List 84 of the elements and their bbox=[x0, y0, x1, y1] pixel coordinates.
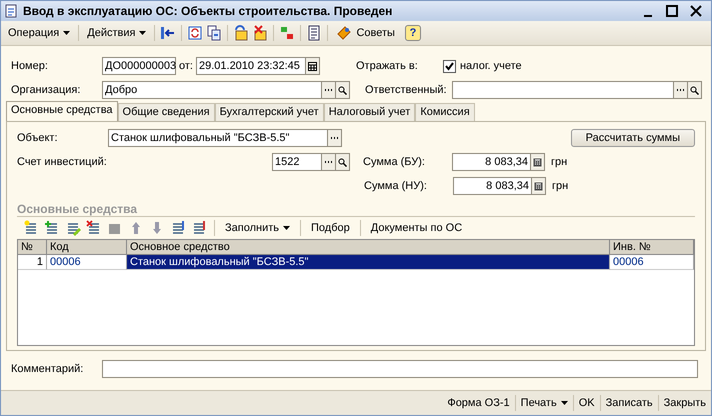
account-field[interactable]: 1522 bbox=[272, 153, 322, 171]
tax-checkbox[interactable] bbox=[442, 60, 456, 72]
field-label: Ответственный: bbox=[365, 84, 448, 96]
amount-field[interactable]: 8 083,34 bbox=[452, 153, 531, 171]
field-label: Комментарий: bbox=[11, 363, 84, 375]
add2-icon[interactable] bbox=[44, 220, 60, 236]
table-cell: 00006 bbox=[610, 255, 694, 270]
tab[interactable]: Бухгалтерский учет bbox=[214, 103, 324, 121]
column-header[interactable]: Основное средство bbox=[127, 240, 610, 255]
add-icon[interactable] bbox=[23, 220, 39, 236]
select-button[interactable] bbox=[322, 81, 336, 99]
table-action-button[interactable]: Заполнить bbox=[222, 221, 294, 235]
number-field[interactable]: ДО000000003 bbox=[102, 57, 176, 75]
comment-field[interactable] bbox=[102, 360, 698, 378]
responsible-field[interactable] bbox=[452, 81, 674, 99]
footer-button[interactable]: Печать bbox=[518, 396, 571, 410]
footer-button[interactable]: OK bbox=[576, 396, 598, 410]
select-button[interactable] bbox=[322, 153, 336, 171]
table-action-button[interactable]: Подбор bbox=[308, 221, 353, 235]
object-field[interactable]: Станок шлифовальный "БСЗВ-5.5" bbox=[108, 129, 328, 147]
search-icon bbox=[338, 158, 347, 166]
field-label: Отражать в: bbox=[356, 60, 419, 72]
search-icon bbox=[690, 86, 699, 94]
footer-button[interactable]: Записать bbox=[602, 396, 656, 410]
organization-field[interactable]: Добро bbox=[102, 81, 322, 99]
search-button[interactable] bbox=[336, 81, 350, 99]
select-button[interactable] bbox=[674, 81, 688, 99]
tag-icon bbox=[336, 25, 352, 41]
calculator-icon bbox=[534, 182, 543, 190]
caret-icon bbox=[283, 226, 290, 230]
footer-button[interactable]: Закрыть bbox=[660, 396, 709, 410]
menu-button[interactable]: Действия bbox=[84, 26, 150, 40]
field-label: Организация: bbox=[11, 84, 82, 96]
tab[interactable]: Комиссия bbox=[415, 103, 475, 121]
calculator-button[interactable] bbox=[532, 177, 546, 195]
calendar-button[interactable] bbox=[306, 57, 320, 75]
table-cell: 1 bbox=[18, 255, 47, 270]
arrow-left-icon[interactable] bbox=[160, 25, 176, 41]
caret-icon bbox=[560, 401, 568, 405]
field-label: от: bbox=[179, 60, 193, 72]
checkbox-label: налог. учете bbox=[460, 60, 522, 72]
tips-button[interactable]: Советы bbox=[333, 24, 398, 42]
search-button[interactable] bbox=[336, 153, 350, 171]
tab[interactable]: Налоговый учет bbox=[324, 103, 416, 121]
caret-icon bbox=[63, 31, 70, 35]
section-title: Основные средства bbox=[17, 202, 138, 216]
calculator-button[interactable] bbox=[531, 153, 545, 171]
tab[interactable]: Общие сведения bbox=[118, 103, 215, 121]
copy-icon[interactable] bbox=[206, 25, 222, 41]
table-row[interactable]: 1 00006 Станок шлифовальный "БСЗВ-5.5" 00006 bbox=[18, 255, 694, 270]
maximize-icon[interactable] bbox=[665, 4, 679, 18]
calendar-icon bbox=[308, 62, 317, 70]
currency-label: грн bbox=[551, 156, 568, 168]
column-header[interactable]: Код bbox=[47, 240, 127, 255]
unpost-document-icon[interactable] bbox=[252, 25, 268, 41]
select-button[interactable] bbox=[328, 129, 342, 147]
caret-icon bbox=[139, 31, 146, 35]
search-icon bbox=[338, 86, 347, 94]
document-icon bbox=[5, 4, 17, 18]
debit-credit-icon[interactable] bbox=[279, 25, 296, 41]
field-label: Номер: bbox=[11, 60, 49, 72]
calculate-button[interactable]: Рассчитать суммы bbox=[570, 129, 695, 147]
window-title: Ввод в эксплуатацию ОС: Объекты строительства. Проведен bbox=[23, 4, 394, 18]
calculator-icon bbox=[533, 158, 542, 166]
column-header[interactable]: Инв. № bbox=[610, 240, 694, 255]
help-button[interactable]: ? bbox=[404, 25, 421, 41]
search-button[interactable] bbox=[688, 81, 702, 99]
del-icon[interactable] bbox=[86, 220, 102, 236]
date-field[interactable]: 29.01.2010 23:32:45 bbox=[196, 57, 306, 75]
amount-field[interactable]: 8 083,34 bbox=[453, 177, 532, 195]
report-icon[interactable] bbox=[306, 25, 322, 41]
field-label: Сумма (НУ): bbox=[364, 180, 428, 192]
field-label: Счет инвестиций: bbox=[17, 156, 108, 168]
field-label: Сумма (БУ): bbox=[363, 156, 426, 168]
menu-button[interactable]: Операция bbox=[5, 26, 74, 40]
refresh-icon[interactable] bbox=[187, 25, 204, 41]
currency-label: грн bbox=[552, 180, 568, 192]
tab[interactable]: Основные средства bbox=[6, 101, 118, 121]
close-icon[interactable] bbox=[689, 4, 703, 18]
column-header[interactable]: № bbox=[18, 240, 47, 255]
table-cell: Станок шлифовальный "БСЗВ-5.5" bbox=[127, 255, 610, 270]
field-label: Объект: bbox=[17, 132, 59, 144]
footer-button[interactable]: Форма ОЗ-1 bbox=[444, 396, 513, 410]
table-action-button[interactable]: Документы по ОС bbox=[368, 221, 466, 235]
